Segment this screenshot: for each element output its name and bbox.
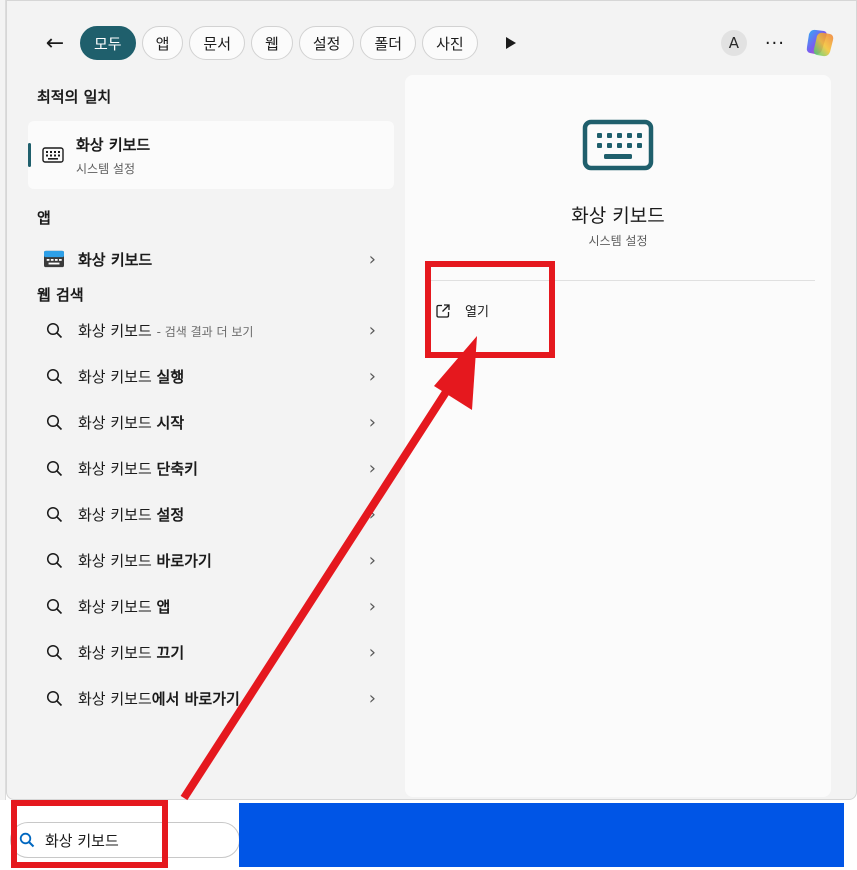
web-result-row[interactable]: 화상 키보드 실행 › [28,353,394,399]
web-result-prefix: 화상 키보드 [78,505,157,524]
copilot-icon[interactable] [803,26,837,60]
search-icon [46,506,62,522]
chip-photos[interactable]: 사진 [422,26,478,60]
chip-settings[interactable]: 설정 [298,26,355,60]
more-options-button[interactable]: ··· [765,33,785,54]
section-title-web-search: 웹 검색 [37,286,84,304]
best-match-card[interactable]: 화상 키보드 시스템 설정 [28,121,394,189]
more-filters-button[interactable] [496,26,526,60]
play-icon [505,37,516,49]
annotation-box-search [11,800,168,868]
web-result-prefix: 화상 키보드 [78,413,157,432]
web-result-suffix: - 검색 결과 더 보기 [156,324,254,339]
chevron-right-icon: › [368,641,376,663]
web-result-row[interactable]: 화상 키보드 단축키 › [28,445,394,491]
chip-web[interactable]: 웹 [251,26,293,60]
search-icon [46,598,62,614]
web-result-bold: 앱 [156,597,171,616]
web-result-prefix: 화상 키보드 [78,597,157,616]
search-icon [46,414,62,430]
web-result-row[interactable]: 화상 키보드 바로가기 › [28,537,394,583]
search-icon [46,460,62,476]
chip-folders[interactable]: 폴더 [360,26,417,60]
app-result-label: 화상 키보드 [78,250,153,269]
selection-indicator [28,143,31,167]
web-result-prefix: 화상 키보드 [78,367,157,386]
preview-subtitle: 시스템 설정 [588,234,648,248]
keyboard-icon-large [582,119,654,171]
preview-pane: 화상 키보드 시스템 설정 열기 [405,75,831,797]
web-result-prefix: 화상 키보드 [78,689,152,708]
web-result-prefix: 화상 키보드 [78,643,157,662]
web-result-row[interactable]: 화상 키보드 끄기 › [28,629,394,675]
preview-title: 화상 키보드 [571,205,665,227]
chevron-right-icon: › [368,503,376,525]
web-result-row[interactable]: 화상 키보드 설정 › [28,491,394,537]
web-result-bold: 시작 [156,413,185,432]
best-match-title: 화상 키보드 [76,135,151,154]
search-icon [46,552,62,568]
web-result-row[interactable]: 화상 키보드 앱 › [28,583,394,629]
best-match-subtitle: 시스템 설정 [76,161,136,176]
keyboard-icon [42,147,64,163]
search-icon [46,690,62,706]
section-title-apps: 앱 [37,209,51,227]
chip-all[interactable]: 모두 [80,26,136,60]
search-icon [46,322,62,338]
web-result-row[interactable]: 화상 키보드에서 바로가기 › [28,675,394,721]
chevron-right-icon: › [368,319,376,341]
taskbar-highlight-block [239,803,844,867]
chevron-right-icon: › [368,687,376,709]
chevron-right-icon: › [368,411,376,433]
chip-apps[interactable]: 앱 [141,26,184,60]
avatar[interactable]: A [720,30,747,56]
annotation-box-open [425,261,555,358]
web-result-bold: 실행 [156,367,185,386]
results-list: 최적의 일치 화상 키보드 시스템 설정 앱 화상 키보드 › 웹 검색 화상 … [28,78,394,721]
section-title-best-match: 최적의 일치 [37,88,112,106]
chevron-right-icon: › [368,549,376,571]
back-button[interactable]: ← [38,26,72,60]
web-result-prefix: 화상 키보드 [78,551,157,570]
chevron-right-icon: › [368,457,376,479]
chip-documents[interactable]: 문서 [189,26,246,60]
web-result-row[interactable]: 화상 키보드 시작 › [28,399,394,445]
search-icon [46,368,62,384]
web-result-prefix: 화상 키보드 [78,459,157,478]
web-result-label: 화상 키보드 [78,321,152,340]
web-result-bold: 끄기 [156,643,185,662]
app-result-row[interactable]: 화상 키보드 › [28,236,394,282]
web-result-bold: 단축키 [156,459,198,478]
chevron-right-icon: › [368,248,376,270]
web-result-bold: 바로가기 [156,551,212,570]
chevron-right-icon: › [368,595,376,617]
web-result-bold: 에서 바로가기 [151,689,240,708]
chevron-right-icon: › [368,365,376,387]
web-result-row[interactable]: 화상 키보드 - 검색 결과 더 보기 › [28,307,394,353]
filter-bar: ← 모두 앱 문서 웹 설정 폴더 사진 A ··· [38,24,837,62]
keyboard-app-icon [44,250,64,268]
arrow-left-icon: ← [45,30,65,56]
web-result-bold: 설정 [156,505,185,524]
search-icon [46,644,62,660]
